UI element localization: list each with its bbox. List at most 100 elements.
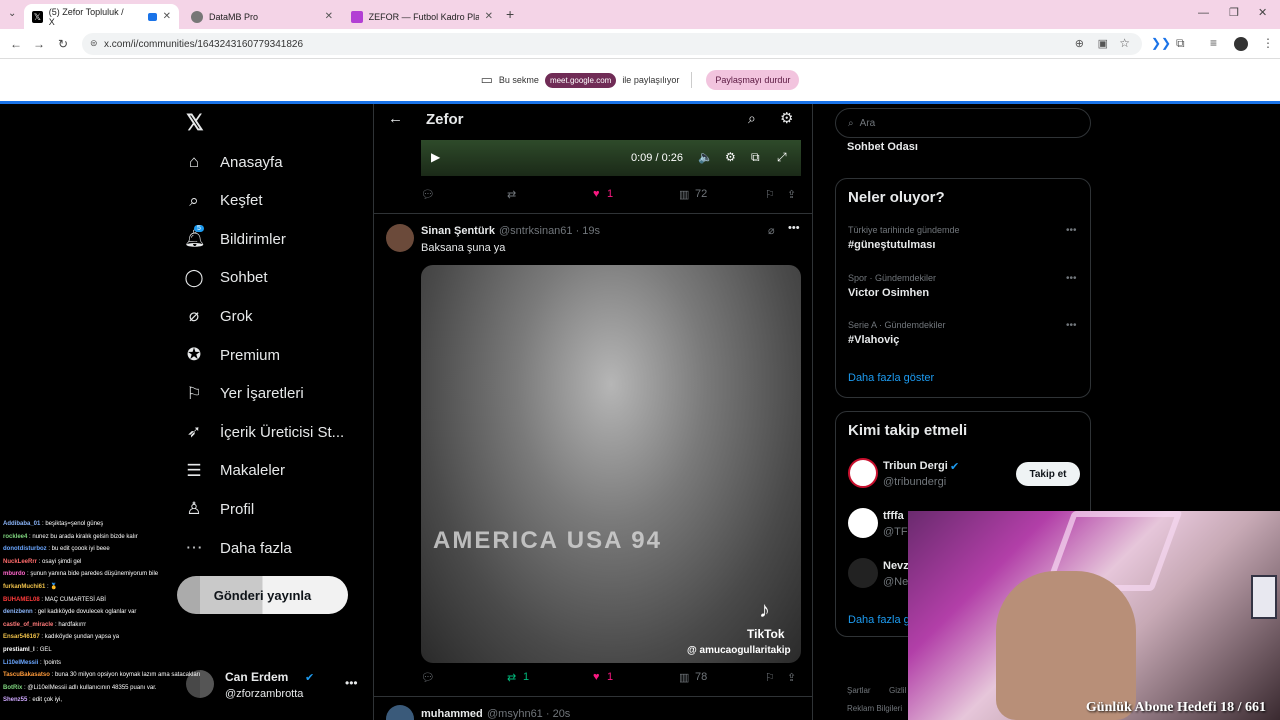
play-icon[interactable]: ▶ bbox=[431, 150, 440, 164]
back-icon[interactable]: ← bbox=[10, 37, 22, 51]
follow-name[interactable]: Tribun Dergi bbox=[883, 460, 948, 472]
post-text: Baksana şuna ya bbox=[421, 242, 506, 254]
tab-search-icon[interactable]: ⌄ bbox=[8, 8, 16, 19]
extension-icon[interactable]: ❯❯ bbox=[1151, 36, 1171, 50]
screen-share-icon bbox=[147, 12, 157, 21]
trend-more-icon[interactable]: ••• bbox=[1066, 225, 1077, 236]
repost-icon[interactable]: ⇄ bbox=[507, 188, 516, 201]
media-control-icon[interactable]: ≡ bbox=[1210, 36, 1217, 50]
profile-avatar-icon[interactable] bbox=[1234, 37, 1248, 51]
follow-more-link[interactable]: Daha fazla g bbox=[848, 614, 910, 626]
nevz-avatar[interactable] bbox=[848, 558, 878, 588]
trend-more-icon[interactable]: ••• bbox=[1066, 320, 1077, 331]
pip-icon[interactable]: ⧉ bbox=[751, 150, 760, 165]
profile-icon: ♙ bbox=[186, 499, 202, 519]
maximize-icon[interactable]: ❐ bbox=[1229, 6, 1239, 19]
nav-item-chat[interactable]: ◯ Sohbet bbox=[184, 268, 267, 288]
follow-button[interactable]: Takip et bbox=[1016, 462, 1080, 486]
reply-icon[interactable]: 💬︎ bbox=[421, 188, 435, 201]
post-more-icon[interactable]: ••• bbox=[788, 222, 800, 234]
nav-item-rocket[interactable]: ➶ İçerik Üreticisi St... bbox=[184, 422, 344, 442]
bookmark-icon[interactable]: ⚐ bbox=[765, 188, 775, 201]
account-name[interactable]: Can Erdem bbox=[225, 670, 288, 684]
follow-name[interactable]: tfffa bbox=[883, 510, 904, 522]
new-tab-button[interactable]: + bbox=[506, 6, 514, 22]
banner-text: AMERICA USA 94 bbox=[433, 527, 662, 554]
reply-icon[interactable]: 💬︎ bbox=[421, 671, 435, 684]
volume-icon[interactable]: 🔈 bbox=[698, 150, 713, 164]
nav-item-more[interactable]: ⋯ Daha fazla bbox=[184, 538, 292, 558]
post-button[interactable]: Gönderi yayınla bbox=[177, 576, 348, 614]
show-more-link[interactable]: Daha fazla göster bbox=[848, 372, 934, 384]
grok-icon[interactable]: ⌀ bbox=[768, 224, 775, 237]
chat-text: nunez bu arada kiralık gelsin bizde kalı… bbox=[32, 533, 138, 540]
views-icon[interactable]: ▥ bbox=[679, 188, 689, 201]
nav-item-search[interactable]: ⌕ Keşfet bbox=[184, 191, 262, 211]
trend-context: Türkiye tarihinde gündemde bbox=[848, 225, 960, 235]
trend-topic[interactable]: #güneştutulması bbox=[848, 239, 935, 251]
close-tab-icon[interactable]: ✕ bbox=[163, 11, 171, 22]
views-icon[interactable]: ▥ bbox=[679, 671, 689, 684]
trend-topic[interactable]: Victor Osimhen bbox=[848, 287, 929, 299]
tab-label: (5) Zefor Topluluk / X bbox=[48, 6, 124, 27]
video-player[interactable]: ▶ 0:09 / 0:26 🔈 ⚙ ⧉ ⤢ bbox=[421, 140, 801, 176]
post-video[interactable]: AMERICA USA 94 ♪ TikTok @ amucaogullarit… bbox=[421, 265, 801, 663]
repost-icon[interactable]: ⇄ bbox=[507, 671, 516, 684]
close-window-icon[interactable]: ✕ bbox=[1258, 6, 1267, 19]
tribun-avatar[interactable] bbox=[848, 458, 878, 488]
search-icon[interactable]: ⌕ bbox=[748, 110, 756, 127]
minimize-icon[interactable]: — bbox=[1198, 7, 1209, 19]
tiktok-brand: TikTok bbox=[747, 627, 785, 641]
like-icon[interactable]: ♥ bbox=[593, 671, 600, 683]
tab-datamb[interactable]: DataMB Pro ✕ bbox=[183, 4, 341, 29]
nav-item-premium[interactable]: ✪ Premium bbox=[184, 345, 280, 365]
nav-item-profile[interactable]: ♙ Profil bbox=[184, 499, 254, 519]
settings-icon[interactable]: ⚙ bbox=[780, 109, 793, 127]
zoom-icon[interactable]: ⊕ bbox=[1075, 37, 1084, 50]
nav-item-article[interactable]: ☰ Makaleler bbox=[184, 461, 285, 481]
nav-item-bell[interactable]: 🔔︎ 5 Bildirimler bbox=[184, 225, 286, 249]
site-info-icon[interactable]: ⊜ bbox=[90, 38, 98, 49]
trend-more-icon[interactable]: ••• bbox=[1066, 273, 1077, 284]
author-name[interactable]: Sinan Şentürk bbox=[421, 225, 495, 237]
nav-item-grok[interactable]: ⌀ Grok bbox=[184, 306, 253, 326]
reload-icon[interactable]: ↻ bbox=[58, 37, 68, 51]
author-avatar[interactable] bbox=[386, 224, 414, 252]
close-tab-icon[interactable]: ✕ bbox=[485, 11, 493, 22]
footer-ads[interactable]: Reklam Bilgileri bbox=[847, 704, 902, 713]
chat-text: MAÇ CUMARTESİ ABİ bbox=[44, 596, 106, 603]
tab-x-community[interactable]: 𝕏 (5) Zefor Topluluk / X ✕ bbox=[24, 4, 179, 29]
x-logo-icon[interactable]: 𝕏 bbox=[186, 110, 204, 136]
share-icon[interactable]: ⇪ bbox=[787, 188, 796, 201]
fullscreen-icon[interactable]: ⤢ bbox=[777, 150, 787, 165]
back-arrow-icon[interactable]: ← bbox=[388, 110, 403, 127]
footer-terms[interactable]: Şartlar bbox=[847, 686, 871, 695]
trend-topic[interactable]: #Vlahoviç bbox=[848, 334, 899, 346]
account-more-icon[interactable]: ••• bbox=[345, 676, 358, 690]
tab-zefor-planner[interactable]: ZEFOR — Futbol Kadro Planlam... ✕ bbox=[343, 4, 501, 29]
author-avatar[interactable] bbox=[386, 705, 414, 720]
close-tab-icon[interactable]: ✕ bbox=[325, 11, 333, 22]
forward-icon[interactable]: → bbox=[33, 37, 45, 51]
extensions-puzzle-icon[interactable]: ⧉ bbox=[1176, 36, 1185, 51]
chat-room-label[interactable]: Sohbet Odası bbox=[847, 141, 918, 153]
chat-message: mburdo : şunun yanına bide paredes düşün… bbox=[0, 568, 200, 581]
page-title: Zefor bbox=[426, 111, 464, 128]
video-settings-icon[interactable]: ⚙ bbox=[725, 150, 736, 164]
like-icon[interactable]: ♥ bbox=[593, 188, 600, 200]
share-icon[interactable]: ⇪ bbox=[787, 671, 796, 684]
follow-name[interactable]: Nevz bbox=[883, 560, 909, 572]
footer-privacy[interactable]: Gizlil bbox=[889, 686, 906, 695]
nav-item-bookmark[interactable]: ⚐ Yer İşaretleri bbox=[184, 384, 303, 404]
address-bar[interactable]: ⊜ x.com/i/communities/164324316077934182… bbox=[82, 33, 1142, 55]
stop-sharing-button[interactable]: Paylaşmayı durdur bbox=[706, 70, 800, 90]
tff-avatar[interactable] bbox=[848, 508, 878, 538]
browser-menu-icon[interactable]: ⋮ bbox=[1262, 36, 1274, 50]
author-name[interactable]: muhammed bbox=[421, 708, 483, 720]
cast-icon[interactable]: ▣ bbox=[1098, 37, 1108, 50]
nav-item-home[interactable]: ⌂ Anasayfa bbox=[184, 152, 283, 172]
bookmark-star-icon[interactable]: ☆ bbox=[1119, 36, 1130, 50]
search-input[interactable]: ⌕ Ara bbox=[835, 108, 1091, 138]
bookmark-icon[interactable]: ⚐ bbox=[765, 671, 775, 684]
post-actions: 💬︎ ⇄ ♥ 1 ▥ 72 ⚐ ⇪ bbox=[421, 188, 801, 204]
